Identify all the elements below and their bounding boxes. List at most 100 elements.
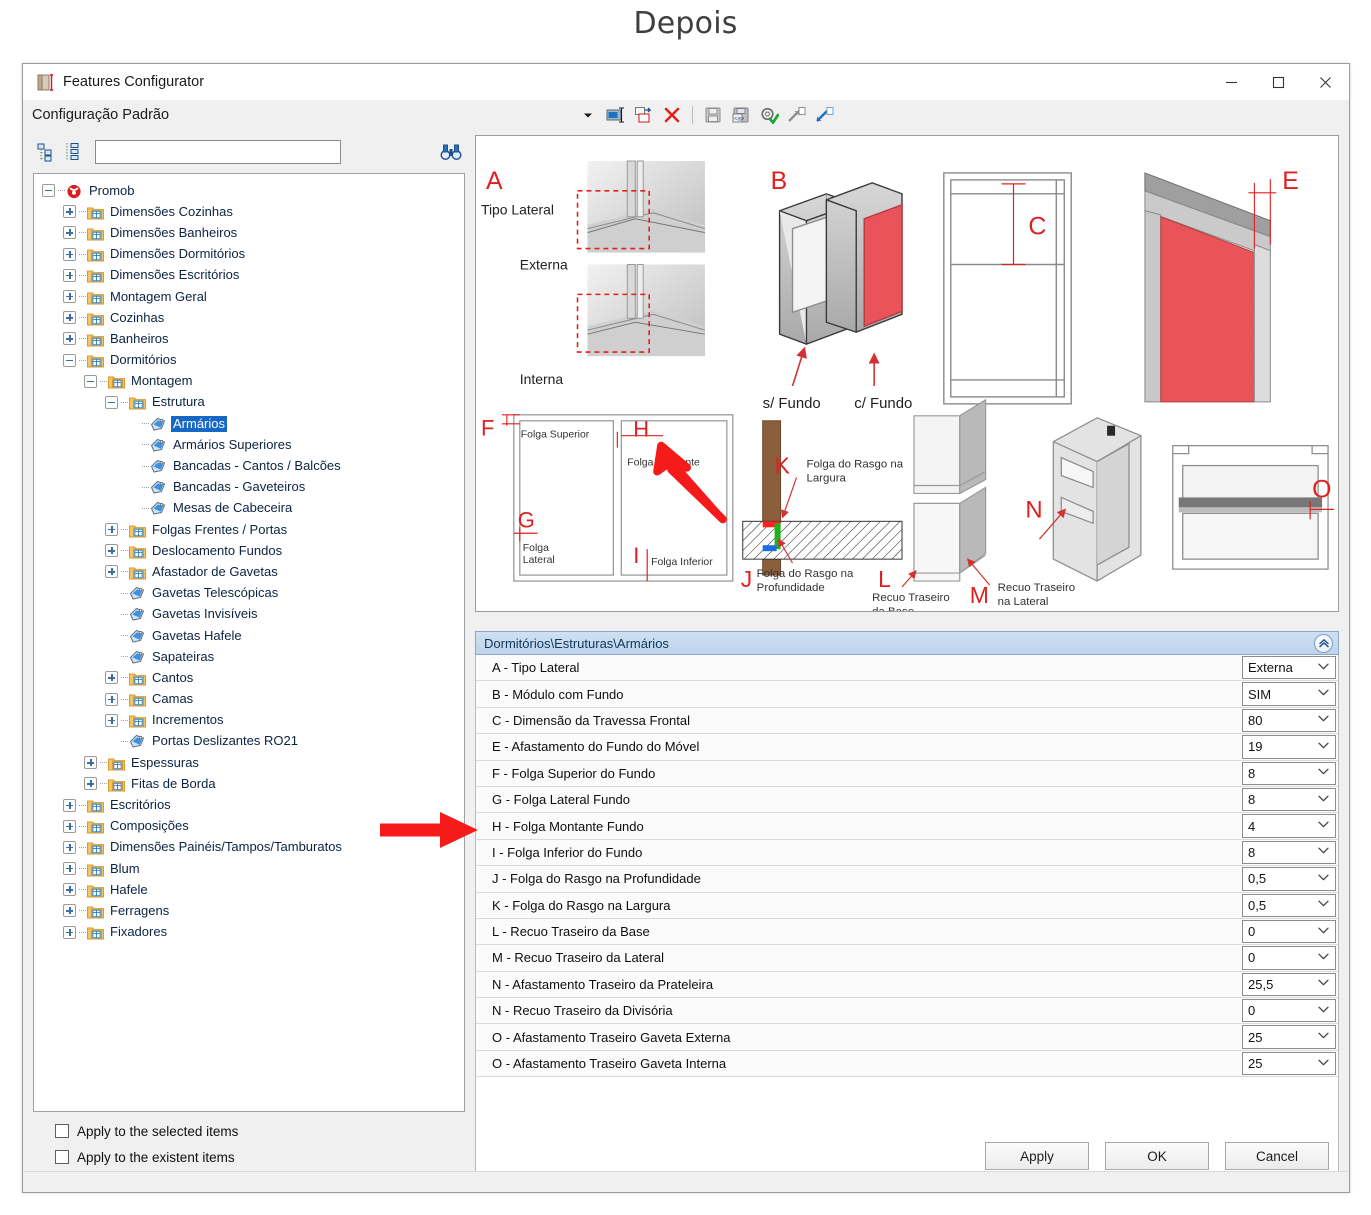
expand-icon[interactable] (63, 332, 76, 345)
property-row[interactable]: N - Recuo Traseiro da Divisória0 (476, 998, 1338, 1024)
tree-item[interactable]: Espessuras (34, 752, 464, 773)
apply-button[interactable]: Apply (985, 1142, 1089, 1170)
tree-item[interactable]: Blum (34, 858, 464, 879)
expand-icon[interactable] (105, 523, 118, 536)
chevron-down-icon[interactable] (1318, 687, 1329, 699)
property-value-dropdown[interactable]: 0,5 (1242, 867, 1336, 890)
tree-item[interactable]: Montagem Geral (34, 286, 464, 307)
checkbox-box[interactable] (55, 1124, 69, 1138)
tree-item[interactable]: Hafele (34, 879, 464, 900)
export-icon[interactable] (784, 102, 810, 128)
expand-icon[interactable] (63, 883, 76, 896)
maximize-button[interactable] (1255, 64, 1302, 100)
chevron-down-icon[interactable] (1318, 740, 1329, 752)
tree-item[interactable]: Cantos (34, 667, 464, 688)
chevron-down-icon[interactable] (1318, 925, 1329, 937)
property-row[interactable]: M - Recuo Traseiro da Lateral0 (476, 945, 1338, 971)
tree-item[interactable]: Dimensões Banheiros (34, 222, 464, 243)
tree-item[interactable]: Fixadores (34, 922, 464, 943)
property-value-dropdown[interactable]: 8 (1242, 841, 1336, 864)
tree-item[interactable]: Bancadas - Cantos / Balcões (34, 455, 464, 476)
expand-tree-icon[interactable] (33, 139, 59, 165)
close-button[interactable] (1302, 64, 1349, 100)
expand-icon[interactable] (105, 565, 118, 578)
expand-icon[interactable] (63, 311, 76, 324)
expand-icon[interactable] (63, 226, 76, 239)
tree-item[interactable]: Gavetas Telescópicas (34, 583, 464, 604)
property-value-dropdown[interactable]: Externa (1242, 656, 1336, 679)
property-row[interactable]: J - Folga do Rasgo na Profundidade0,5 (476, 866, 1338, 892)
tree-item[interactable]: Cozinhas (34, 307, 464, 328)
chevron-down-icon[interactable] (1318, 819, 1329, 831)
property-value-dropdown[interactable]: 0,5 (1242, 894, 1336, 917)
save-as-icon[interactable]: <a> (728, 102, 754, 128)
property-value-dropdown[interactable]: 8 (1242, 788, 1336, 811)
property-row[interactable]: A - Tipo LateralExterna (476, 655, 1338, 681)
search-input[interactable] (95, 140, 341, 164)
expand-icon[interactable] (105, 693, 118, 706)
tree-item[interactable]: Bancadas - Gaveteiros (34, 477, 464, 498)
tree-item[interactable]: Montagem (34, 371, 464, 392)
chevron-down-icon[interactable] (1318, 978, 1329, 990)
tree-item[interactable]: Ferragens (34, 900, 464, 921)
tree-item[interactable]: Dimensões Escritórios (34, 265, 464, 286)
tree-item[interactable]: Armários Superiores (34, 434, 464, 455)
chevron-down-icon[interactable] (1318, 1031, 1329, 1043)
tree-item[interactable]: Portas Deslizantes RO21 (34, 731, 464, 752)
settings-apply-icon[interactable] (756, 102, 782, 128)
property-row[interactable]: K - Folga do Rasgo na Largura0,5 (476, 893, 1338, 919)
chevron-down-icon[interactable] (1318, 872, 1329, 884)
expand-icon[interactable] (84, 777, 97, 790)
tree-item[interactable]: Gavetas Invisíveis (34, 604, 464, 625)
chevron-down-icon[interactable] (1318, 1004, 1329, 1016)
expand-icon[interactable] (63, 926, 76, 939)
expand-icon[interactable] (63, 862, 76, 875)
expand-icon[interactable] (63, 290, 76, 303)
property-value-dropdown[interactable]: 0 (1242, 920, 1336, 943)
tree-item[interactable]: Fitas de Borda (34, 773, 464, 794)
checkbox-apply-existent[interactable]: Apply to the existent items (33, 1144, 238, 1170)
tree-item[interactable]: Banheiros (34, 328, 464, 349)
chevron-down-icon[interactable] (1318, 793, 1329, 805)
expand-icon[interactable] (105, 671, 118, 684)
chevron-down-icon[interactable] (1318, 1057, 1329, 1069)
collapse-icon[interactable] (84, 375, 97, 388)
expand-icon[interactable] (84, 756, 97, 769)
expand-icon[interactable] (105, 544, 118, 557)
rename-icon[interactable] (603, 102, 629, 128)
property-value-dropdown[interactable]: 80 (1242, 709, 1336, 732)
property-row[interactable]: E - Afastamento do Fundo do Móvel19 (476, 734, 1338, 760)
ok-button[interactable]: OK (1105, 1142, 1209, 1170)
save-icon[interactable] (700, 102, 726, 128)
property-row[interactable]: I - Folga Inferior do Fundo8 (476, 840, 1338, 866)
expand-icon[interactable] (63, 269, 76, 282)
import-icon[interactable] (812, 102, 838, 128)
tree-item[interactable]: Dormitórios (34, 350, 464, 371)
property-value-dropdown[interactable]: 19 (1242, 735, 1336, 758)
delete-icon[interactable] (659, 102, 685, 128)
chevron-down-icon[interactable] (1318, 767, 1329, 779)
tree-item[interactable]: Afastador de Gavetas (34, 561, 464, 582)
chevron-up-double-icon[interactable] (1314, 634, 1333, 653)
chevron-down-icon[interactable] (1318, 951, 1329, 963)
tree-item[interactable]: Gavetas Hafele (34, 625, 464, 646)
collapse-icon[interactable] (105, 396, 118, 409)
property-value-dropdown[interactable]: 25 (1242, 1025, 1336, 1048)
property-row[interactable]: G - Folga Lateral Fundo8 (476, 787, 1338, 813)
binoculars-icon[interactable] (437, 139, 465, 165)
feature-tree[interactable]: PromobDimensões CozinhasDimensões Banhei… (33, 173, 465, 1112)
expand-icon[interactable] (63, 841, 76, 854)
property-row[interactable]: H - Folga Montante Fundo4 (476, 813, 1338, 839)
collapse-tree-icon[interactable] (61, 139, 87, 165)
tree-item[interactable]: Promob (34, 180, 464, 201)
tree-item[interactable]: Camas (34, 689, 464, 710)
chevron-down-icon[interactable] (1318, 661, 1329, 673)
property-row[interactable]: L - Recuo Traseiro da Base0 (476, 919, 1338, 945)
property-value-dropdown[interactable]: 25,5 (1242, 973, 1336, 996)
property-row[interactable]: B - Módulo com FundoSIM (476, 681, 1338, 707)
property-value-dropdown[interactable]: 4 (1242, 814, 1336, 837)
tree-item[interactable]: Estrutura (34, 392, 464, 413)
chevron-down-icon[interactable] (1318, 899, 1329, 911)
chevron-down-icon[interactable] (1318, 846, 1329, 858)
property-value-dropdown[interactable]: 25 (1242, 1052, 1336, 1075)
